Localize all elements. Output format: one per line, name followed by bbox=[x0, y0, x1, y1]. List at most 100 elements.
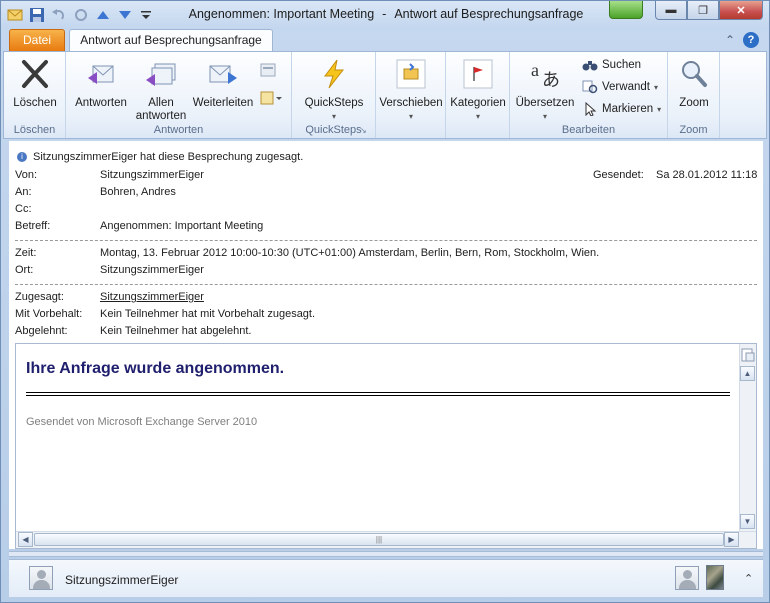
related-icon bbox=[582, 80, 598, 94]
window-controls: ▬ ❐ ✕ bbox=[655, 1, 763, 20]
green-minimize-tag[interactable] bbox=[609, 1, 643, 19]
location-value: SitzungszimmerEiger bbox=[100, 264, 204, 276]
group-respond: Antworten Allen antworten Weiterleiten A… bbox=[66, 52, 292, 138]
tab-file[interactable]: Datei bbox=[9, 29, 65, 51]
declined-label: Abgelehnt: bbox=[15, 325, 68, 337]
body-footer: Gesendet von Microsoft Exchange Server 2… bbox=[26, 416, 258, 428]
move-button[interactable]: Verschieben ▾ bbox=[378, 58, 444, 123]
forward-label: Weiterleiten bbox=[192, 97, 254, 109]
page-options-icon[interactable] bbox=[741, 348, 755, 362]
cc-label: Cc: bbox=[15, 203, 32, 215]
body-heading: Ihre Anfrage wurde angenommen. bbox=[26, 360, 285, 377]
outlook-window: Angenommen: Important Meeting - Antwort au… bbox=[0, 0, 770, 603]
group-zoom-label: Zoom bbox=[679, 124, 708, 136]
message-body[interactable]: Ihre Anfrage wurde angenommen. Gesendet … bbox=[15, 343, 757, 549]
info-bar: i SitzungszimmerEiger hat diese Besprech… bbox=[17, 151, 303, 163]
vertical-scrollbar[interactable]: ▲ ▼ bbox=[739, 344, 756, 531]
reply-icon bbox=[88, 65, 114, 84]
reply-button[interactable]: Antworten bbox=[70, 58, 132, 110]
find-button[interactable]: Suchen bbox=[582, 58, 641, 72]
title-bar: Angenommen: Important Meeting - Antwort au… bbox=[1, 1, 769, 29]
scroll-down-button[interactable]: ▼ bbox=[740, 514, 755, 529]
accepted-label: Zugesagt: bbox=[15, 291, 64, 303]
select-dropdown-icon: ▾ bbox=[657, 104, 662, 114]
divider bbox=[15, 284, 757, 285]
svg-text:a: a bbox=[531, 60, 539, 80]
from-value[interactable]: SitzungszimmerEiger bbox=[100, 169, 204, 181]
tab-row-icons: ⌃ ? bbox=[725, 32, 759, 48]
message-pane: i SitzungszimmerEiger hat diese Besprech… bbox=[9, 141, 763, 549]
from-label: Von: bbox=[15, 169, 38, 181]
group-edit: aあ Übersetzen ▾ Suchen Verwandt ▾ Markie… bbox=[510, 52, 668, 138]
delete-button[interactable]: Löschen bbox=[8, 58, 62, 110]
accepted-value[interactable]: SitzungszimmerEiger bbox=[100, 291, 204, 303]
people-pane: SitzungszimmerEiger ⌃ bbox=[9, 559, 763, 597]
scroll-left-button[interactable]: ◀ bbox=[18, 532, 33, 547]
subject-label: Betreff: bbox=[15, 220, 51, 232]
quicksteps-button[interactable]: QuickSteps ▾ bbox=[300, 58, 368, 123]
to-label: An: bbox=[15, 186, 32, 198]
move-label: Verschieben bbox=[379, 97, 443, 109]
divider bbox=[15, 240, 757, 241]
quicksteps-launcher-icon[interactable]: ↘ bbox=[360, 126, 367, 135]
contact-photo[interactable] bbox=[706, 565, 724, 590]
info-text: SitzungszimmerEiger hat diese Besprechun… bbox=[33, 151, 304, 163]
reply-all-button[interactable]: Allen antworten bbox=[132, 58, 190, 123]
minimize-button[interactable]: ▬ bbox=[655, 1, 687, 20]
avatar[interactable] bbox=[29, 566, 53, 590]
group-move: Verschieben ▾ bbox=[376, 52, 446, 138]
group-edit-label: Bearbeiten bbox=[561, 124, 616, 136]
people-pane-splitter[interactable] bbox=[9, 551, 763, 557]
move-dropdown-icon: ▾ bbox=[408, 112, 413, 121]
horizontal-scrollbar[interactable]: ◀ ||| ▶ bbox=[16, 531, 756, 548]
reply-all-label-2: antworten bbox=[135, 110, 187, 122]
maximize-button[interactable]: ❐ bbox=[687, 1, 719, 20]
help-icon[interactable]: ? bbox=[743, 32, 759, 48]
ribbon-tabs: Datei Antwort auf Besprechungsanfrage ⌃ … bbox=[1, 29, 769, 52]
find-label: Suchen bbox=[602, 59, 642, 71]
expand-people-pane-icon[interactable]: ⌃ bbox=[744, 572, 753, 585]
delete-x-icon bbox=[22, 60, 48, 88]
subject-value: Angenommen: Important Meeting bbox=[100, 220, 264, 232]
cursor-icon bbox=[585, 102, 597, 116]
magnifier-icon bbox=[682, 61, 707, 87]
title-separator: - bbox=[382, 7, 387, 21]
select-label: Markieren bbox=[602, 103, 654, 115]
zoom-label: Zoom bbox=[679, 97, 709, 109]
double-rule bbox=[26, 392, 730, 396]
svg-text:あ: あ bbox=[542, 70, 560, 90]
tentative-value: Kein Teilnehmer hat mit Vorbehalt zugesa… bbox=[100, 308, 316, 320]
reply-all-label-1: Allen bbox=[148, 97, 174, 109]
reply-all-icon bbox=[146, 63, 176, 86]
quicksteps-label: QuickSteps bbox=[304, 97, 364, 109]
horizontal-scroll-thumb[interactable]: ||| bbox=[34, 533, 724, 546]
to-value[interactable]: Bohren, Andres bbox=[100, 186, 176, 198]
more-respond-icon[interactable] bbox=[260, 62, 276, 78]
scroll-right-button[interactable]: ▶ bbox=[724, 532, 739, 547]
avatar[interactable] bbox=[675, 566, 699, 590]
forward-button[interactable]: Weiterleiten bbox=[190, 58, 256, 110]
tab-meeting-response[interactable]: Antwort auf Besprechungsanfrage bbox=[69, 29, 273, 52]
close-button[interactable]: ✕ bbox=[719, 1, 763, 20]
lightning-icon bbox=[324, 59, 345, 89]
declined-value: Kein Teilnehmer hat abgelehnt. bbox=[100, 325, 252, 337]
reply-label: Antworten bbox=[75, 97, 127, 109]
related-button[interactable]: Verwandt ▾ bbox=[582, 80, 658, 94]
translate-dropdown-icon: ▾ bbox=[542, 112, 547, 121]
translate-button[interactable]: aあ Übersetzen ▾ bbox=[512, 58, 578, 123]
categories-button[interactable]: Kategorien ▾ bbox=[448, 58, 508, 123]
location-label: Ort: bbox=[15, 264, 34, 276]
collapse-ribbon-icon[interactable]: ⌃ bbox=[725, 33, 735, 47]
quicksteps-dropdown-icon: ▾ bbox=[331, 112, 336, 121]
delete-label: Löschen bbox=[13, 97, 57, 109]
flag-icon bbox=[463, 59, 493, 89]
scroll-up-button[interactable]: ▲ bbox=[740, 366, 755, 381]
people-name[interactable]: SitzungszimmerEiger bbox=[65, 573, 178, 587]
meeting-respond-icon[interactable] bbox=[260, 90, 282, 106]
time-value: Montag, 13. Februar 2012 10:00-10:30 (UT… bbox=[100, 247, 600, 259]
select-button[interactable]: Markieren ▾ bbox=[582, 102, 661, 116]
translate-label: Übersetzen bbox=[515, 97, 575, 109]
group-zoom: Zoom Zoom bbox=[668, 52, 720, 138]
zoom-button[interactable]: Zoom bbox=[670, 58, 718, 110]
info-icon: i bbox=[17, 152, 27, 162]
